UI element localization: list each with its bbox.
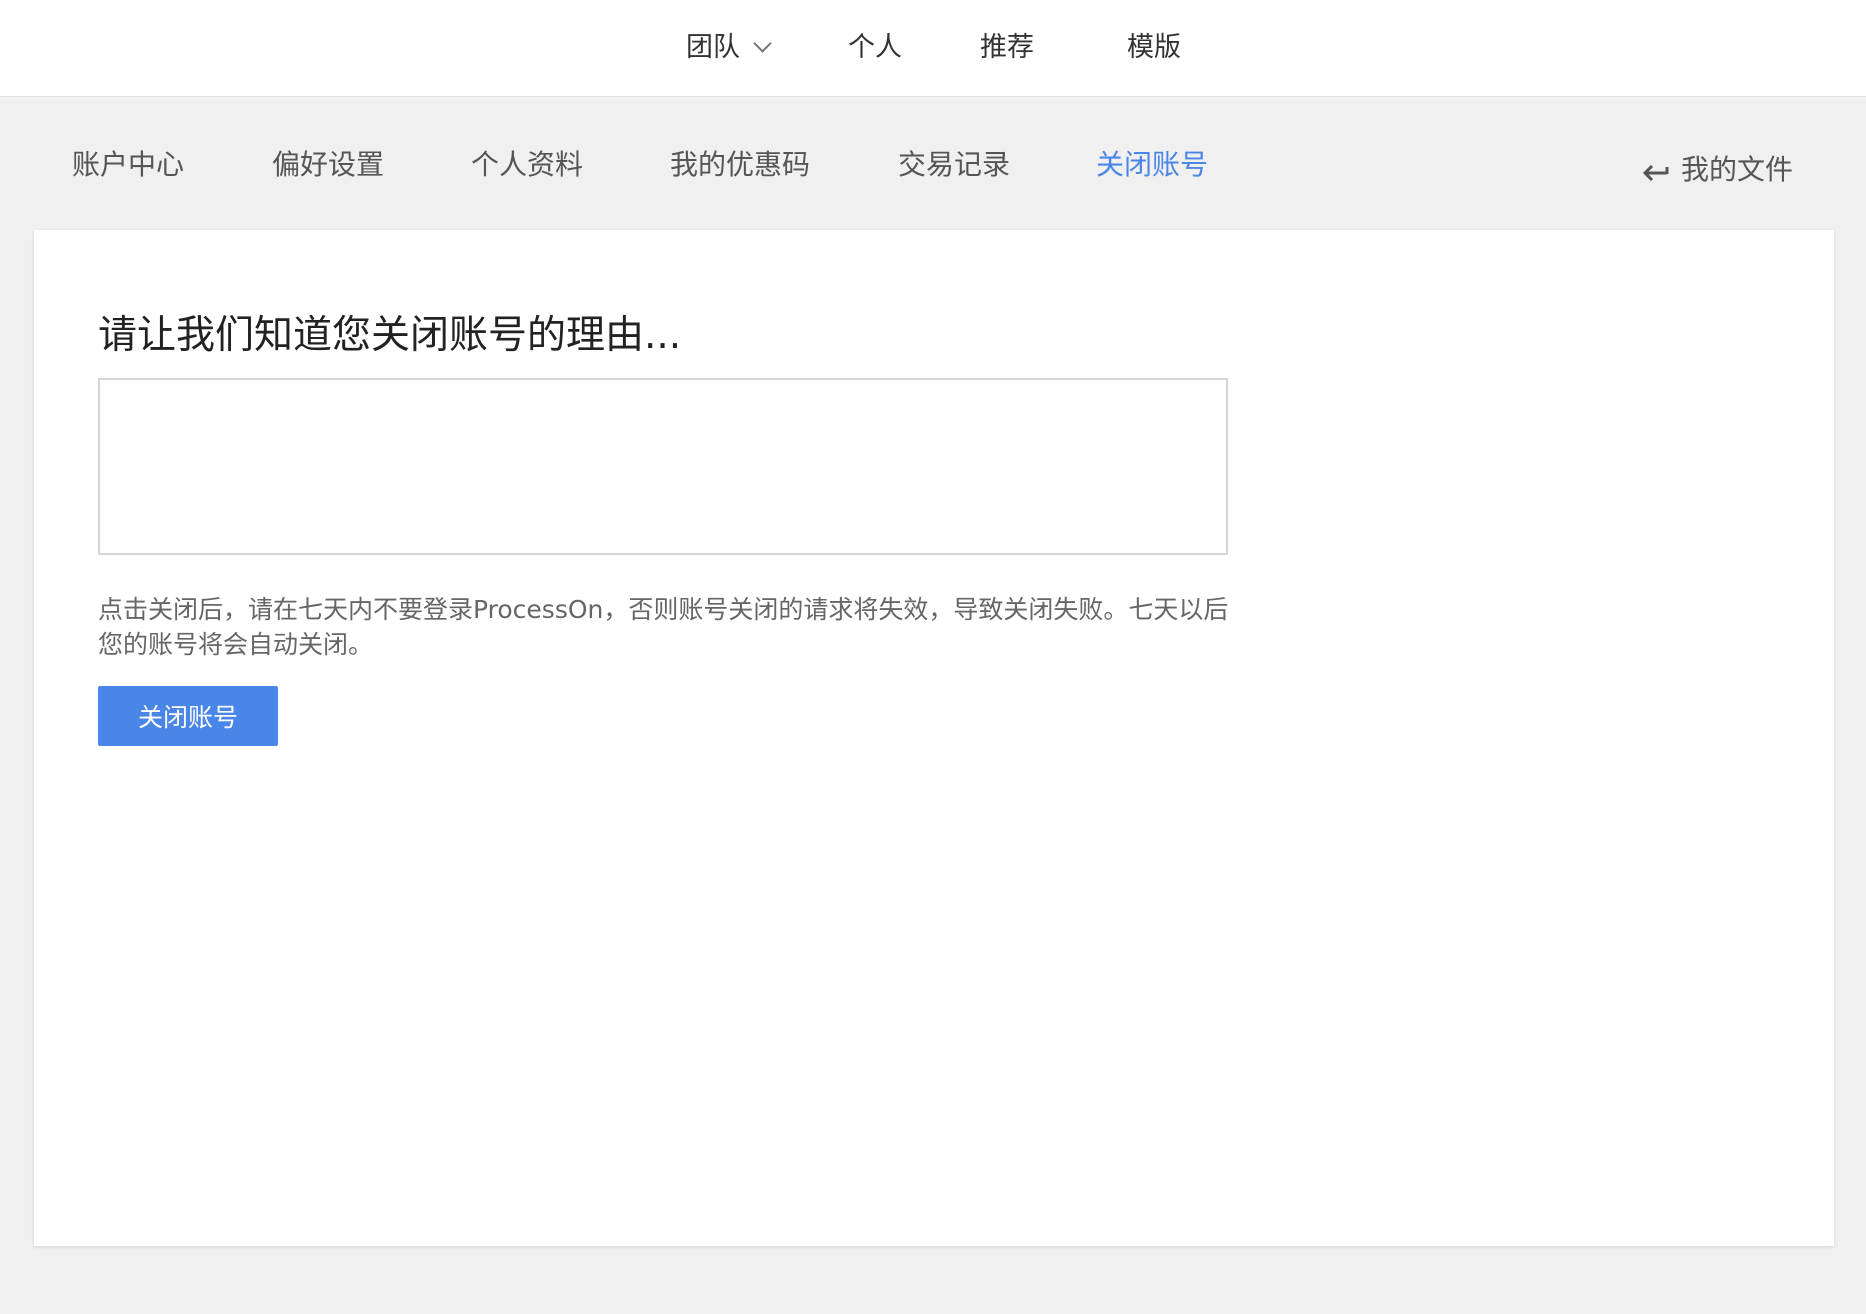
top-nav-team-label: 团队 xyxy=(686,32,740,63)
tab-transactions[interactable]: 交易记录 xyxy=(898,145,1010,185)
close-account-notice: 点击关闭后，请在七天内不要登录ProcessOn，否则账号关闭的请求将失效，导致… xyxy=(98,595,1229,659)
tab-account-center[interactable]: 账户中心 xyxy=(72,145,184,185)
close-reason-input[interactable] xyxy=(98,378,1228,555)
tab-profile[interactable]: 个人资料 xyxy=(471,145,583,185)
chevron-down-icon xyxy=(753,34,772,53)
tab-close-account[interactable]: 关闭账号 xyxy=(1096,145,1208,185)
close-account-panel: 请让我们知道您关闭账号的理由... 点击关闭后，请在七天内不要登录Process… xyxy=(34,230,1834,1246)
my-files-link[interactable]: 我的文件 xyxy=(1641,150,1793,190)
close-account-button[interactable]: 关闭账号 xyxy=(98,686,278,746)
top-nav-recommend[interactable]: 推荐 xyxy=(980,0,1034,96)
tab-preferences[interactable]: 偏好设置 xyxy=(272,145,384,185)
return-arrow-icon xyxy=(1642,164,1669,181)
top-nav-personal[interactable]: 个人 xyxy=(848,0,902,96)
top-nav-templates[interactable]: 模版 xyxy=(1127,0,1181,96)
my-files-label: 我的文件 xyxy=(1680,153,1793,186)
top-nav: 团队 个人 推荐 模版 xyxy=(0,0,1866,97)
page-title: 请让我们知道您关闭账号的理由... xyxy=(98,313,682,358)
top-nav-team[interactable]: 团队 xyxy=(686,0,772,96)
tab-coupons[interactable]: 我的优惠码 xyxy=(670,145,810,185)
